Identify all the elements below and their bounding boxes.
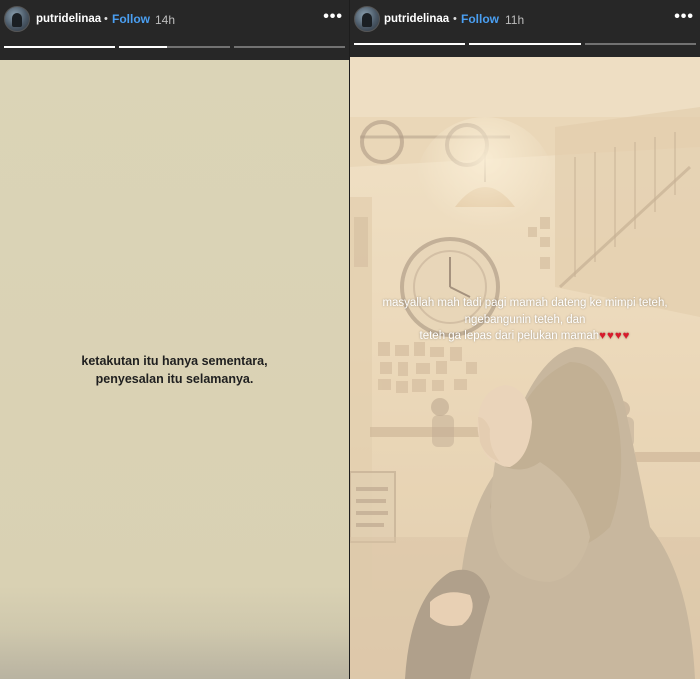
follow-button[interactable]: Follow: [461, 12, 499, 26]
story-text: ketakutan itu hanya sementara, penyesala…: [0, 352, 349, 388]
story-header-right: putridelinaa • Follow 11h •••: [350, 0, 700, 57]
story-text-line: penyesalan itu selamanya.: [95, 372, 254, 386]
more-options-icon[interactable]: •••: [323, 8, 343, 26]
story-progress: [4, 46, 345, 48]
story-panel-right: putridelinaa • Follow 11h ••• masyallah …: [350, 0, 700, 679]
progress-fill: [4, 46, 115, 48]
progress-fill: [119, 46, 167, 48]
story-text-line: ketakutan itu hanya sementara,: [81, 354, 268, 368]
more-options-icon[interactable]: •••: [674, 8, 694, 26]
progress-segment: [119, 46, 230, 48]
story-panel-left: putridelinaa • Follow 14h ••• ketakutan …: [0, 0, 349, 679]
caption-text: teteh ga lepas dari pelukan mamah: [419, 330, 600, 342]
avatar[interactable]: [4, 6, 30, 32]
story-progress: [354, 43, 696, 45]
separator-dot: •: [453, 13, 457, 25]
story-content-right[interactable]: masyallah mah tadi pagi mamah dateng ke …: [350, 57, 700, 679]
username[interactable]: putridelinaa: [36, 13, 101, 25]
progress-segment: [354, 43, 466, 45]
progress-segment: [234, 46, 345, 48]
story-content-left[interactable]: ketakutan itu hanya sementara, penyesala…: [0, 60, 349, 679]
progress-fill: [354, 43, 466, 45]
timestamp: 14h: [155, 13, 176, 27]
heart-emoji-icon: ♥♥♥♥: [599, 330, 631, 342]
cafe-photo: [350, 57, 700, 679]
timestamp: 11h: [505, 13, 525, 27]
story-caption: masyallah mah tadi pagi mamah dateng ke …: [350, 295, 700, 345]
progress-segment: [4, 46, 115, 48]
username[interactable]: putridelinaa: [384, 13, 449, 25]
caption-line: ngebangunin teteh, dan: [464, 313, 586, 326]
separator-dot: •: [104, 13, 108, 25]
caption-line-with-emoji: teteh ga lepas dari pelukan mamah♥♥♥♥: [350, 328, 700, 345]
progress-fill: [469, 43, 581, 45]
progress-segment: [469, 43, 581, 45]
progress-segment: [584, 43, 696, 45]
caption-line: masyallah mah tadi pagi mamah dateng ke …: [382, 297, 668, 309]
avatar-figure: [12, 13, 22, 27]
follow-button[interactable]: Follow: [112, 12, 150, 26]
avatar-figure: [362, 13, 372, 27]
avatar[interactable]: [354, 6, 380, 32]
story-header-left: putridelinaa • Follow 14h •••: [0, 0, 349, 60]
